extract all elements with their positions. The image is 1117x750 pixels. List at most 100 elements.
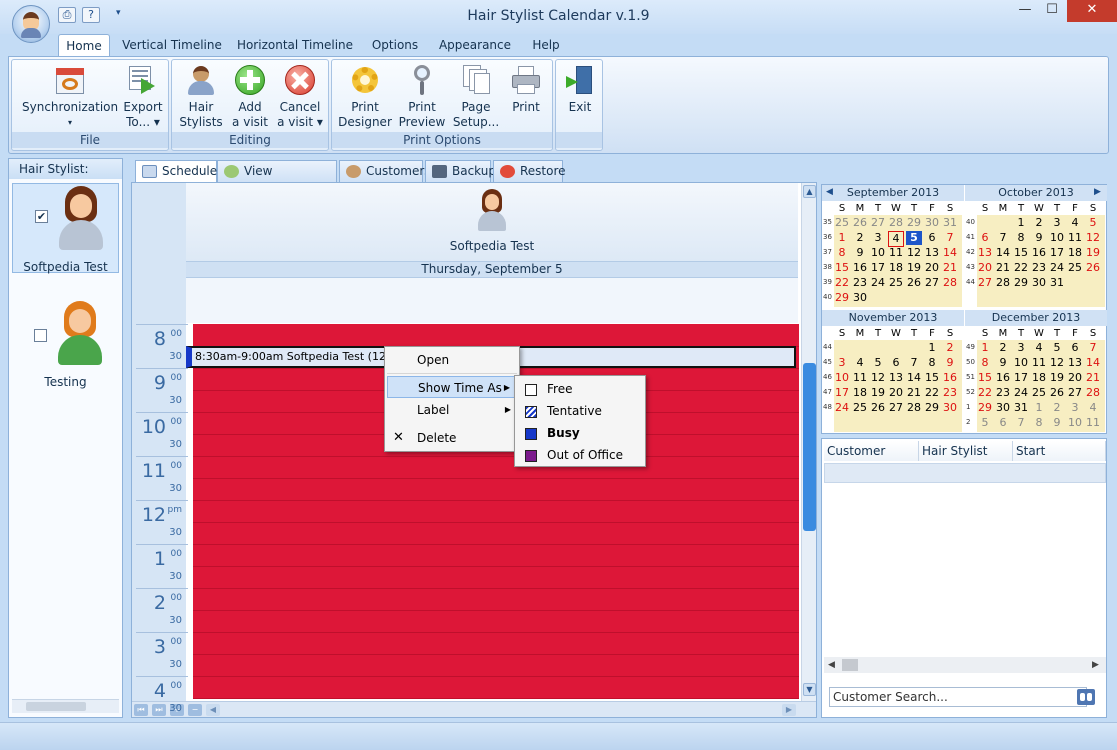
calendar-day[interactable]: 9 xyxy=(995,356,1011,370)
exit-button[interactable]: Exit xyxy=(560,64,600,115)
calendar-day[interactable]: 24 xyxy=(834,401,850,415)
calendar-day[interactable]: 13 xyxy=(977,246,993,260)
calendar-day[interactable]: 20 xyxy=(888,386,904,400)
column-hair-stylist[interactable]: Hair Stylist xyxy=(919,441,1013,461)
calendar-day[interactable]: 30 xyxy=(924,216,940,230)
scroll-right-icon[interactable]: ▶ xyxy=(1092,660,1099,670)
remove-resource-icon[interactable]: − xyxy=(188,704,202,716)
calendar-day[interactable]: 1 xyxy=(834,231,850,245)
stylist-card[interactable]: ✔ Softpedia Test xyxy=(12,183,119,274)
tab-scheduler[interactable]: Scheduler xyxy=(135,160,222,182)
day-header[interactable]: Thursday, September 5 xyxy=(186,261,798,278)
next-month-icon[interactable]: ▶ xyxy=(1094,187,1101,197)
calendar-day[interactable]: 21 xyxy=(995,261,1011,275)
calendar-day[interactable]: 9 xyxy=(1031,231,1047,245)
scroll-left-icon[interactable]: ◀ xyxy=(206,704,220,716)
calendar-day[interactable]: 5 xyxy=(1085,216,1101,230)
tab-options[interactable]: Options xyxy=(366,34,424,57)
calendar-day[interactable]: 1 xyxy=(924,341,940,355)
calendar-day[interactable]: 2 xyxy=(1049,401,1065,415)
stylist-card[interactable]: Testing xyxy=(12,299,119,389)
calendar-day[interactable]: 11 xyxy=(888,246,904,260)
calendar-day[interactable]: 16 xyxy=(852,261,868,275)
tab-restore[interactable]: Restore xyxy=(493,160,566,182)
calendar-day[interactable]: 16 xyxy=(995,371,1011,385)
print-button[interactable]: Print xyxy=(504,64,548,115)
synchronization-button[interactable]: Synchronization ▾ xyxy=(22,64,118,130)
calendar-day[interactable]: 7 xyxy=(995,231,1011,245)
all-day-area[interactable] xyxy=(186,278,798,323)
calendar-day[interactable]: 29 xyxy=(906,216,922,230)
calendar-day[interactable]: 5 xyxy=(870,356,886,370)
calendar-day[interactable]: 11 xyxy=(852,371,868,385)
calendar-day[interactable]: 13 xyxy=(888,371,904,385)
cancel-visit-button[interactable]: Cancel a visit ▾ xyxy=(274,64,326,130)
calendar-day[interactable]: 30 xyxy=(995,401,1011,415)
stylist-panel-scrollbar[interactable] xyxy=(12,699,119,713)
stylist-checkbox[interactable] xyxy=(34,329,47,342)
add-visit-button[interactable]: Add a visit xyxy=(228,64,272,130)
calendar-day[interactable]: 25 xyxy=(834,216,850,230)
menu-item-show-time-as[interactable]: Show Time As ▶ xyxy=(387,376,517,398)
calendar-day[interactable]: 6 xyxy=(924,231,940,245)
calendar-day[interactable]: 6 xyxy=(995,416,1011,430)
column-start[interactable]: Start xyxy=(1013,441,1106,461)
table-row[interactable] xyxy=(824,463,1106,483)
scroll-down-icon[interactable]: ▼ xyxy=(803,683,816,696)
calendar-day[interactable]: 12 xyxy=(1085,231,1101,245)
calendar-day[interactable]: 10 xyxy=(870,246,886,260)
calendar-day[interactable]: 16 xyxy=(1031,246,1047,260)
calendar-day[interactable]: 30 xyxy=(942,401,958,415)
previous-month-icon[interactable]: ◀ xyxy=(826,187,833,197)
calendar-day[interactable]: 29 xyxy=(924,401,940,415)
calendar-day[interactable]: 26 xyxy=(1085,261,1101,275)
tab-help[interactable]: Help xyxy=(526,34,566,57)
tab-view-reservations[interactable]: View Reservations xyxy=(217,160,337,199)
calendar-day[interactable]: 4 xyxy=(1085,401,1101,415)
calendar-day[interactable]: 31 xyxy=(942,216,958,230)
calendar-day[interactable]: 30 xyxy=(1031,276,1047,290)
calendar-day[interactable]: 14 xyxy=(942,246,958,260)
calendar-day[interactable]: 6 xyxy=(977,231,993,245)
calendar-day[interactable]: 9 xyxy=(942,356,958,370)
calendar-day[interactable]: 1 xyxy=(977,341,993,355)
calendar-day[interactable]: 24 xyxy=(1013,386,1029,400)
calendar-day[interactable]: 28 xyxy=(888,216,904,230)
menu-item-label[interactable]: Label ▶ xyxy=(387,399,517,421)
calendar-day[interactable]: 1 xyxy=(1013,216,1029,230)
calendar-day[interactable]: 23 xyxy=(942,386,958,400)
scroll-right-icon[interactable]: ▶ xyxy=(782,704,796,716)
stylist-checkbox[interactable]: ✔ xyxy=(35,210,48,223)
calendar-day[interactable]: 6 xyxy=(888,356,904,370)
close-button[interactable]: ✕ xyxy=(1067,0,1117,22)
calendar-day[interactable]: 24 xyxy=(870,276,886,290)
calendar-day[interactable]: 18 xyxy=(1067,246,1083,260)
tab-horizontal-timeline[interactable]: Horizontal Timeline xyxy=(234,34,356,57)
calendar-day[interactable]: 27 xyxy=(924,276,940,290)
calendar-day[interactable]: 20 xyxy=(924,261,940,275)
calendar-day[interactable]: 7 xyxy=(1085,341,1101,355)
calendar-day[interactable]: 3 xyxy=(870,231,886,245)
calendar-day[interactable]: 30 xyxy=(852,291,868,305)
calendar-day[interactable]: 31 xyxy=(1013,401,1029,415)
calendar-day[interactable]: 7 xyxy=(1013,416,1029,430)
scroll-up-icon[interactable]: ▲ xyxy=(803,185,816,198)
tab-home[interactable]: Home xyxy=(58,34,110,57)
calendar-day[interactable]: 3 xyxy=(834,356,850,370)
calendar-day[interactable]: 7 xyxy=(906,356,922,370)
calendar-day[interactable]: 18 xyxy=(888,261,904,275)
calendar-day[interactable]: 8 xyxy=(977,356,993,370)
minimize-button[interactable]: — xyxy=(1010,0,1040,22)
calendar-day[interactable]: 25 xyxy=(1067,261,1083,275)
calendar-day[interactable]: 23 xyxy=(852,276,868,290)
calendar-day[interactable]: 15 xyxy=(1013,246,1029,260)
calendar-day[interactable]: 17 xyxy=(1049,246,1065,260)
calendar-day[interactable]: 18 xyxy=(852,386,868,400)
calendar-day[interactable]: 20 xyxy=(1067,371,1083,385)
calendar-day[interactable]: 31 xyxy=(1049,276,1065,290)
calendar-day[interactable]: 28 xyxy=(1085,386,1101,400)
calendar-day[interactable]: 19 xyxy=(906,261,922,275)
calendar-day[interactable]: 2 xyxy=(995,341,1011,355)
calendar-day[interactable]: 23 xyxy=(995,386,1011,400)
calendar-day[interactable]: 16 xyxy=(942,371,958,385)
